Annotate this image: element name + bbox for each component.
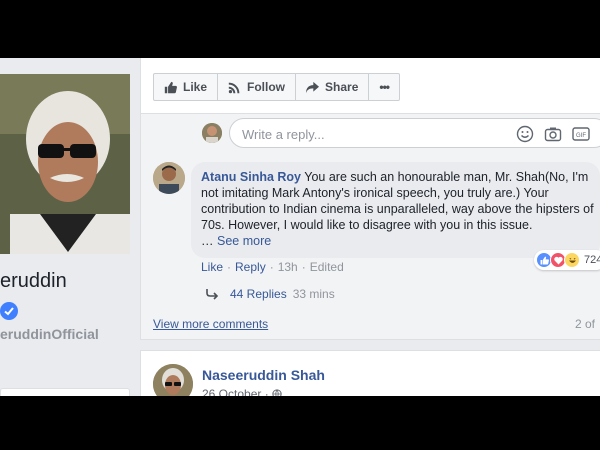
share-button[interactable]: Share [296, 74, 370, 100]
view-replies-link[interactable]: 44 Replies [230, 287, 287, 301]
ellipsis: … [201, 234, 214, 248]
profile-name[interactable]: eruddin [0, 270, 67, 293]
emoji-icon[interactable] [516, 125, 534, 143]
gif-icon[interactable]: GIF [572, 125, 590, 143]
more-options-button[interactable]: ••• [369, 74, 399, 100]
comment-meta: Like · Reply · 13h · Edited [201, 260, 344, 274]
post-action-bar: Like Follow Share ••• [153, 73, 400, 101]
more-options-icon: ••• [379, 80, 390, 94]
reply-input[interactable] [242, 125, 492, 143]
comment-like-link[interactable]: Like [201, 260, 223, 274]
letterbox-bottom [0, 396, 600, 450]
comment-time[interactable]: 13h [278, 260, 298, 274]
view-more-comments-link[interactable]: View more comments [153, 317, 268, 331]
separator: · [301, 260, 306, 274]
like-page-button[interactable]: Like [154, 74, 219, 100]
profile-handle[interactable]: eruddinOfficial [0, 326, 99, 342]
edited-label[interactable]: Edited [310, 260, 344, 274]
comment-page-count: 2 of [575, 317, 596, 331]
commenter-avatar[interactable] [153, 162, 185, 194]
current-user-avatar[interactable] [202, 123, 222, 143]
next-post-author[interactable]: Naseeruddin Shah [202, 367, 325, 383]
comment-reply-link[interactable]: Reply [235, 260, 266, 274]
replies-row[interactable]: 44 Replies 33 mins [206, 287, 335, 301]
reaction-count: 724 [584, 254, 600, 266]
letterbox-top [0, 0, 600, 58]
verified-badge-icon [0, 302, 18, 320]
profile-photo[interactable] [0, 74, 130, 254]
camera-icon[interactable] [544, 125, 562, 143]
like-page-label: Like [183, 80, 208, 94]
follow-button[interactable]: Follow [218, 74, 297, 100]
reply-input-box[interactable]: GIF [229, 118, 600, 148]
thumbs-up-icon [164, 81, 177, 93]
comment-author[interactable]: Atanu Sinha Roy [201, 170, 301, 184]
see-more-wrapper: … See more [201, 234, 271, 248]
rss-icon [228, 82, 240, 93]
share-arrow-icon [306, 81, 320, 93]
separator: · [227, 260, 232, 274]
comment-body: Atanu Sinha Roy You are such an honourab… [201, 169, 600, 233]
svg-text:GIF: GIF [576, 133, 586, 139]
separator: · [269, 260, 274, 274]
haha-reaction-icon [564, 252, 580, 268]
follow-label: Follow [247, 80, 286, 94]
see-more-link[interactable]: See more [217, 234, 271, 248]
reply-arrow-icon [206, 289, 219, 300]
replies-time: 33 mins [292, 287, 335, 301]
reaction-summary[interactable]: 724 [534, 250, 600, 270]
share-label: Share [325, 80, 359, 94]
